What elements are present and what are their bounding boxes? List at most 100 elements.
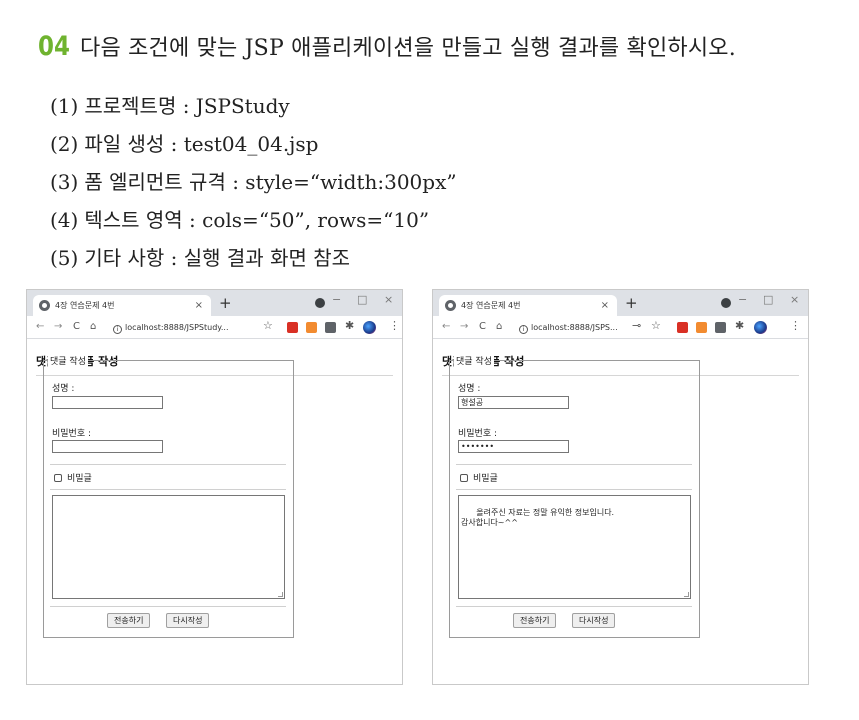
tab-title: 4장 연습문제 4번 [461, 301, 521, 310]
secret-checkbox-row[interactable]: 비밀글 [460, 471, 498, 484]
globe-icon [39, 300, 50, 311]
puzzle-icon[interactable]: ✱ [345, 319, 354, 332]
window-close-icon[interactable]: × [790, 293, 799, 307]
reload-icon[interactable]: C [73, 321, 80, 333]
password-input[interactable]: ••••••• [458, 440, 569, 453]
browser-tab[interactable]: 4장 연습문제 4번 × [439, 295, 617, 316]
pdf-extension-icon[interactable] [677, 322, 688, 333]
info-icon[interactable]: i [113, 325, 122, 334]
extension-icon[interactable] [325, 322, 336, 333]
reset-button[interactable]: 다시작성 [572, 613, 616, 628]
requirements-list: (1) 프로젝트명 : JSPStudy (2) 파일 생성 : test04_04… [50, 87, 457, 277]
password-label: 비밀번호 : [458, 429, 498, 439]
record-icon[interactable] [315, 298, 325, 308]
minimize-icon[interactable]: − [738, 293, 747, 307]
back-icon[interactable]: ← [442, 321, 450, 333]
home-icon[interactable]: ⌂ [496, 321, 502, 333]
tab-bar: 4장 연습문제 4번 × + − □ × [27, 290, 402, 316]
question-header: 04 다음 조건에 맞는 JSP 애플리케이션을 만들고 실행 결과를 확인하시… [38, 30, 736, 62]
new-tab-button[interactable]: + [625, 294, 638, 312]
tab-bar: 4장 연습문제 4번 × + − □ × [433, 290, 808, 316]
resize-grip-icon[interactable] [684, 592, 689, 597]
password-input[interactable] [52, 440, 163, 453]
secret-label: 비밀글 [67, 474, 92, 484]
question-text: 다음 조건에 맞는 JSP 애플리케이션을 만들고 실행 결과를 확인하시오. [80, 36, 736, 61]
avatar[interactable] [363, 321, 376, 334]
secret-label: 비밀글 [473, 474, 498, 484]
back-icon[interactable]: ← [36, 321, 44, 333]
requirement-text: 프로젝트명 : JSPStudy [84, 94, 290, 118]
maximize-icon[interactable]: □ [357, 293, 367, 307]
divider [50, 489, 286, 490]
comment-textarea[interactable]: 올려주신 자료는 정말 유익한 정보입니다. 감사합니다~^^ [458, 495, 691, 599]
menu-more-icon[interactable]: ⋮ [389, 319, 400, 332]
bookmark-star-icon[interactable]: ☆ [263, 319, 273, 332]
requirement-text: 파일 생성 : test04_04.jsp [84, 132, 319, 156]
pdf-extension-icon[interactable] [287, 322, 298, 333]
browser-window-filled: 4장 연습문제 4번 × + − □ × ← → C ⌂ i localhost:… [432, 289, 809, 685]
menu-more-icon[interactable]: ⋮ [790, 319, 801, 332]
browser-window-empty: 4장 연습문제 4번 × + − □ × ← → C ⌂ i localhost:… [26, 289, 403, 685]
name-input[interactable] [52, 396, 163, 409]
requirement-item: (5) 기타 사항 : 실행 결과 화면 참조 [50, 239, 457, 277]
name-label: 성명 : [458, 384, 481, 394]
requirement-text: 폼 엘리먼트 규격 : style=“width:300px” [84, 170, 457, 194]
comment-textarea[interactable] [52, 495, 285, 599]
requirement-number: (3) [50, 170, 79, 194]
window-close-icon[interactable]: × [384, 293, 393, 307]
requirement-number: (5) [50, 246, 79, 270]
submit-button[interactable]: 전송하기 [107, 613, 151, 628]
divider [456, 606, 692, 607]
info-icon[interactable]: i [519, 325, 528, 334]
url-field[interactable]: i localhost:8888/JSPS... [519, 320, 618, 335]
requirement-item: (2) 파일 생성 : test04_04.jsp [50, 125, 457, 163]
close-tab-icon[interactable]: × [601, 295, 609, 316]
requirement-item: (1) 프로젝트명 : JSPStudy [50, 87, 457, 125]
comment-fieldset: 댓글 작성 성명 : 비밀번호 : 비밀글 전송하기 다시작성 [43, 354, 294, 638]
close-tab-icon[interactable]: × [195, 295, 203, 316]
submit-button[interactable]: 전송하기 [513, 613, 557, 628]
divider [456, 464, 692, 465]
secret-checkbox[interactable] [460, 474, 468, 482]
password-label: 비밀번호 : [52, 429, 92, 439]
secret-checkbox-row[interactable]: 비밀글 [54, 471, 92, 484]
comment-fieldset: 댓글 작성 성명 : 형설공 비밀번호 : ••••••• 비밀글 올려주신 자… [449, 354, 700, 638]
divider [456, 489, 692, 490]
requirement-text: 텍스트 영역 : cols=“50”, rows=“10” [84, 208, 430, 232]
extension-icon[interactable] [696, 322, 707, 333]
resize-grip-icon[interactable] [278, 592, 283, 597]
home-icon[interactable]: ⌂ [90, 321, 96, 333]
requirement-text: 기타 사항 : 실행 결과 화면 참조 [84, 246, 351, 270]
name-input[interactable]: 형설공 [458, 396, 569, 409]
url-text: localhost:8888/JSPS... [531, 323, 618, 332]
extension-icon[interactable] [306, 322, 317, 333]
name-label: 성명 : [52, 384, 75, 394]
reset-button[interactable]: 다시작성 [166, 613, 210, 628]
requirement-item: (3) 폼 엘리먼트 규격 : style=“width:300px” [50, 163, 457, 201]
requirement-number: (2) [50, 132, 79, 156]
requirement-item: (4) 텍스트 영역 : cols=“50”, rows=“10” [50, 201, 457, 239]
maximize-icon[interactable]: □ [763, 293, 773, 307]
new-tab-button[interactable]: + [219, 294, 232, 312]
globe-icon [445, 300, 456, 311]
url-field[interactable]: i localhost:8888/JSPStudy... [113, 320, 229, 335]
forward-icon[interactable]: → [54, 321, 62, 333]
divider [50, 606, 286, 607]
question-number: 04 [38, 31, 70, 62]
secret-checkbox[interactable] [54, 474, 62, 482]
address-bar: ← → C ⌂ i localhost:8888/JSPS... ⊸ ☆ ✱ ⋮ [433, 316, 808, 339]
bookmark-star-icon[interactable]: ☆ [651, 319, 661, 332]
record-icon[interactable] [721, 298, 731, 308]
comment-text: 올려주신 자료는 정말 유익한 정보입니다. 감사합니다~^^ [461, 508, 615, 527]
reload-icon[interactable]: C [479, 321, 486, 333]
avatar[interactable] [754, 321, 767, 334]
minimize-icon[interactable]: − [332, 293, 341, 307]
extension-icon[interactable] [715, 322, 726, 333]
key-icon[interactable]: ⊸ [632, 319, 641, 332]
requirement-number: (1) [50, 94, 79, 118]
puzzle-icon[interactable]: ✱ [735, 319, 744, 332]
forward-icon[interactable]: → [460, 321, 468, 333]
divider [50, 464, 286, 465]
browser-tab[interactable]: 4장 연습문제 4번 × [33, 295, 211, 316]
requirement-number: (4) [50, 208, 79, 232]
